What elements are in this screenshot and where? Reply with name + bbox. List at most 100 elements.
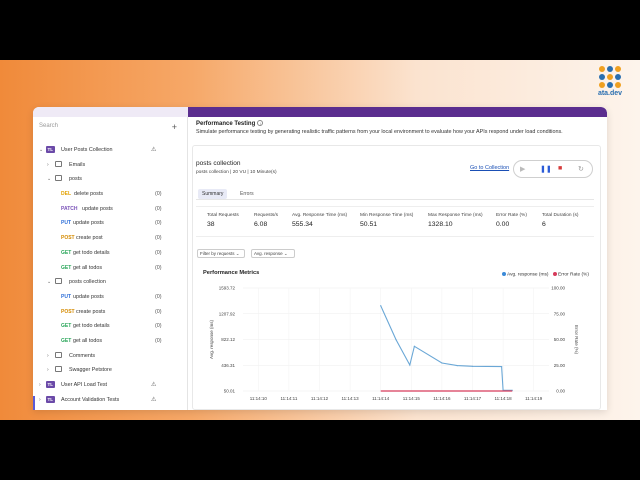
collection-item[interactable]: › TL Account Validation Tests ⚠	[33, 393, 188, 408]
request-label: update posts	[73, 220, 104, 227]
request-item[interactable]: POST create posts (0)	[33, 305, 188, 320]
collection-badge: TL	[46, 395, 55, 403]
folder-label: Swagger Petstore	[69, 367, 112, 374]
folder-label: posts	[69, 176, 82, 183]
chevron-icon[interactable]: ›	[47, 353, 49, 359]
folder-item[interactable]: › Emails	[33, 158, 188, 173]
y-tick-label: 822.12	[221, 337, 235, 342]
http-method: POST	[61, 235, 75, 242]
main-panel: Performance Testing i Simulate performanc…	[188, 117, 607, 410]
folder-icon	[55, 366, 62, 373]
x-tick-label: 11:14:13	[342, 396, 360, 401]
collection-item[interactable]: › TL User API Load Test ⚠	[33, 378, 188, 393]
plus-icon[interactable]: +	[172, 122, 177, 132]
x-tick-label: 11:14:17	[464, 396, 482, 401]
request-item[interactable]: GET get todo details (0)	[33, 246, 188, 261]
collection-badge: TL	[46, 381, 55, 388]
request-count: (0)	[155, 191, 162, 198]
request-label: get all todos	[73, 337, 103, 344]
request-item[interactable]: GET get all todos (0)	[33, 334, 188, 349]
x-tick-label: 11:14:19	[525, 396, 543, 401]
http-method: GET	[61, 249, 72, 256]
app-window: Search + ⌄ TL User Posts Collection ⚠ › E…	[33, 107, 607, 410]
performance-chart: 50.01 0.00 436.31 25.00 822.12 50.00 1207.92 75…	[209, 286, 579, 402]
y-axis-label: Avg. response (ms)	[209, 320, 214, 359]
warning-icon: ⚠	[151, 147, 157, 153]
request-item[interactable]: PUT update posts (0)	[33, 216, 188, 231]
request-count: (0)	[155, 323, 162, 330]
chevron-icon[interactable]: ⌄	[39, 147, 43, 153]
y2-tick-label: 50.00	[554, 337, 566, 342]
y-tick-label: 1593.72	[219, 286, 236, 291]
chevron-icon[interactable]: ⌄	[47, 279, 51, 285]
request-item[interactable]: POST create post (0)	[33, 231, 188, 246]
request-item[interactable]: PATCH update posts (0)	[33, 202, 188, 217]
y2-tick-label: 25.00	[554, 363, 566, 368]
chevron-icon[interactable]: ›	[47, 367, 49, 373]
data-point	[456, 365, 458, 367]
request-item[interactable]: GET get todo details (0)	[33, 319, 188, 334]
http-method: DEL	[61, 191, 71, 198]
request-item[interactable]: DEL delete posts (0)	[33, 187, 188, 202]
ata-dev-logo: ata.dev	[596, 66, 624, 97]
sidebar: Search + ⌄ TL User Posts Collection ⚠ › E…	[33, 117, 188, 410]
folder-icon	[55, 175, 62, 182]
request-count: (0)	[155, 249, 162, 256]
request-label: get todo details	[73, 323, 110, 330]
data-point	[409, 364, 411, 366]
search-placeholder: Search	[39, 123, 59, 129]
folder-item[interactable]: ⌄ posts collection	[33, 275, 188, 290]
collection-label: Account Validation Tests	[61, 396, 120, 403]
chevron-icon[interactable]: ›	[39, 382, 41, 388]
x-tick-label: 11:14:12	[311, 396, 329, 401]
collection-item[interactable]: ⌄ TL User Posts Collection ⚠	[33, 143, 188, 158]
folder-label: posts collection	[69, 279, 106, 286]
request-count: (0)	[155, 264, 162, 271]
request-label: get all todos	[73, 264, 103, 271]
logo-icon	[596, 66, 624, 88]
chevron-icon[interactable]: ›	[47, 162, 49, 168]
x-tick-label: 11:14:16	[433, 396, 451, 401]
y-tick-label: 1207.92	[219, 311, 236, 316]
request-label: create posts	[76, 308, 106, 315]
folder-item[interactable]: ⌄ posts	[33, 172, 188, 187]
folder-item[interactable]: › Comments	[33, 349, 188, 364]
request-label: update posts	[73, 293, 104, 300]
page-title-text: Performance Testing	[196, 121, 256, 127]
folder-icon	[55, 160, 62, 167]
x-tick-label: 11:14:14	[372, 396, 390, 401]
http-method: PUT	[61, 293, 71, 300]
window-accent	[33, 107, 607, 117]
series-line	[380, 305, 513, 391]
page-description: Simulate performance testing by generati…	[196, 129, 563, 135]
http-method: GET	[61, 337, 72, 344]
y2-tick-label: 100.00	[551, 286, 565, 291]
x-tick-label: 11:14:15	[403, 396, 421, 401]
y-tick-label: 50.01	[224, 389, 236, 394]
chevron-icon[interactable]: ⌄	[47, 176, 51, 182]
x-tick-label: 11:14:10	[250, 396, 268, 401]
data-point	[500, 366, 503, 368]
request-label: create post	[76, 235, 103, 242]
folder-item[interactable]: › Swagger Petstore	[33, 363, 188, 378]
request-count: (0)	[155, 205, 162, 212]
search-input[interactable]: Search +	[39, 122, 181, 137]
request-item[interactable]: PUT update posts (0)	[33, 290, 188, 305]
page-title: Performance Testing i	[196, 120, 264, 127]
collection-label: User Posts Collection	[61, 147, 113, 153]
info-icon[interactable]: i	[257, 120, 264, 126]
folder-icon	[55, 351, 62, 358]
request-label: update posts	[82, 205, 113, 212]
chevron-icon[interactable]: ›	[39, 397, 41, 403]
folder-label: Comments	[69, 352, 96, 359]
data-point	[441, 362, 443, 364]
data-point	[413, 345, 415, 347]
request-count: (0)	[155, 235, 162, 242]
x-tick-label: 11:14:18	[495, 396, 513, 401]
http-method: PUT	[61, 220, 71, 227]
collection-tree: ⌄ TL User Posts Collection ⚠ › Emails ⌄ po…	[33, 143, 188, 407]
request-count: (0)	[155, 220, 162, 227]
http-method: GET	[61, 323, 72, 330]
y2-tick-label: 0.00	[556, 389, 565, 394]
request-item[interactable]: GET get all todos (0)	[33, 261, 188, 276]
